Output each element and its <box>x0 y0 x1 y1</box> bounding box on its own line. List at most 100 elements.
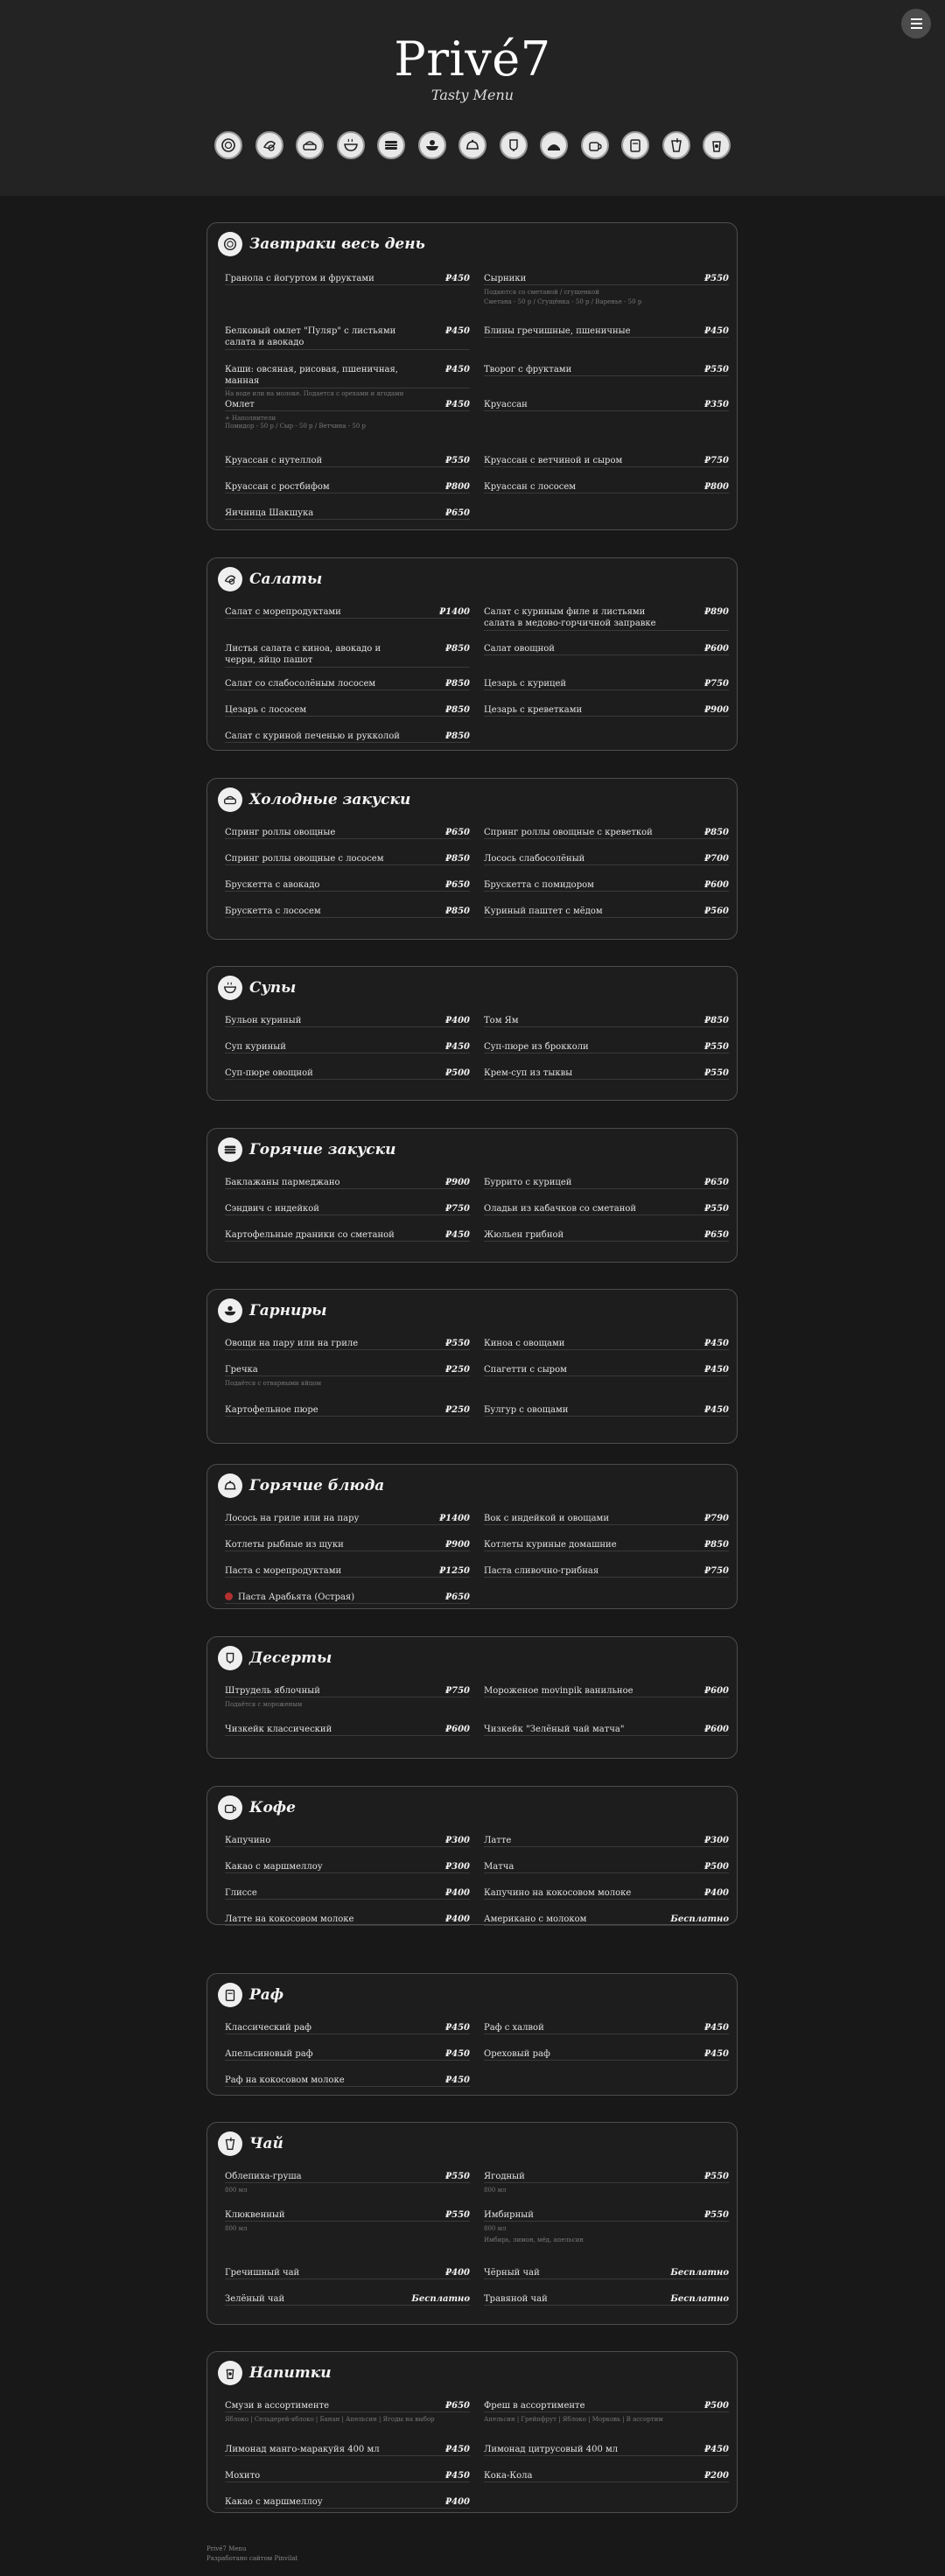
menu-item[interactable]: Какао с маршмеллоу ₽300 <box>225 1862 470 1873</box>
menu-item[interactable]: Листья салата с киноа, авокадо и черри, … <box>225 644 470 668</box>
menu-item[interactable]: Картофельное пюре ₽250 <box>225 1405 470 1417</box>
menu-item[interactable]: Круассан с ростбифом ₽800 <box>225 482 470 494</box>
menu-item[interactable]: Капучино на кокосовом молоке ₽400 <box>484 1888 729 1900</box>
menu-item[interactable]: Круассан с ветчиной и сыром ₽750 <box>484 456 729 467</box>
menu-item[interactable]: Паста Арабьята (Острая) ₽650 <box>225 1592 470 1604</box>
menu-item[interactable]: Спринг роллы овощные с лососем ₽850 <box>225 854 470 865</box>
menu-item[interactable]: Сэндвич с индейкой ₽750 <box>225 1204 470 1215</box>
menu-item[interactable]: Картофельные драники со сметаной ₽450 <box>225 1230 470 1242</box>
menu-item[interactable]: Салат с куриным филе и листьями салата в… <box>484 607 729 631</box>
menu-item[interactable]: Каши: овсяная, рисовая, пшеничная, манна… <box>225 365 470 399</box>
menu-item[interactable]: Брускетта с авокадо ₽650 <box>225 880 470 892</box>
cold-appetizers-icon[interactable] <box>296 131 324 159</box>
menu-item[interactable]: Салат овощной ₽600 <box>484 644 729 655</box>
menu-item[interactable]: Булгур с овощами ₽450 <box>484 1405 729 1417</box>
menu-item[interactable]: Салат со слабосолёным лососем ₽850 <box>225 679 470 690</box>
menu-item[interactable]: Лосось слабосолёный ₽700 <box>484 854 729 865</box>
menu-item[interactable]: Смузи в ассортименте ₽650 Яблоко | Сельдер… <box>225 2401 470 2425</box>
hot-appetizers-icon[interactable] <box>377 131 405 159</box>
menu-item[interactable]: Мохито ₽450 <box>225 2471 470 2482</box>
menu-item[interactable]: Зелёный чай Бесплатно <box>225 2294 470 2306</box>
soup-icon[interactable] <box>336 131 365 159</box>
menu-item[interactable]: Латте на кокосовом молоке ₽400 <box>225 1914 470 1926</box>
menu-item[interactable]: Брускетта с помидором ₽600 <box>484 880 729 892</box>
menu-item[interactable]: Какао с маршмеллоу ₽400 <box>225 2497 470 2509</box>
menu-item[interactable]: Гречишный чай ₽400 <box>225 2268 470 2279</box>
menu-item[interactable]: Кока-Кола ₽200 <box>484 2471 729 2482</box>
menu-item[interactable]: Вок с индейкой и овощами ₽790 <box>484 1514 729 1525</box>
menu-item[interactable]: Паста с морепродуктами ₽1250 <box>225 1566 470 1578</box>
menu-item[interactable]: Классический раф ₽450 <box>225 2023 470 2034</box>
menu-item[interactable]: Круассан ₽350 <box>484 400 729 411</box>
menu-item[interactable]: Жюльен грибной ₽650 <box>484 1230 729 1242</box>
menu-item[interactable]: Матча ₽500 <box>484 1862 729 1873</box>
menu-item[interactable]: Сырники ₽550 Подаются со сметаной / сгущен… <box>484 274 729 298</box>
menu-item[interactable]: Белковый омлет "Пуляр" с листьями салата… <box>225 326 470 350</box>
drinks-icon[interactable] <box>662 131 690 159</box>
menu-item[interactable]: Паста сливочно-грибная ₽750 <box>484 1566 729 1578</box>
menu-item[interactable]: Котлеты куриные домашние ₽850 <box>484 1540 729 1551</box>
menu-item[interactable]: Круассан с нутеллой ₽550 <box>225 456 470 467</box>
menu-item[interactable]: Котлеты рыбные из щуки ₽900 <box>225 1540 470 1551</box>
menu-item[interactable]: Суп-пюре овощной ₽500 <box>225 1068 470 1080</box>
menu-item[interactable]: Клюквенный ₽550 800 мл <box>225 2210 470 2234</box>
menu-item[interactable]: Буррито с курицей ₽650 <box>484 1178 729 1189</box>
menu-item[interactable]: Облепиха-груша ₽550 800 мл <box>225 2172 470 2195</box>
menu-item[interactable]: Спагетти с сыром ₽450 <box>484 1365 729 1376</box>
menu-item[interactable]: Чизкейк "Зелёный чай матча" ₽600 <box>484 1725 729 1736</box>
menu-item[interactable]: Суп-пюре из брокколи ₽550 <box>484 1042 729 1054</box>
extra-icon[interactable] <box>703 131 731 159</box>
menu-item[interactable]: Крем-суп из тыквы ₽550 <box>484 1068 729 1080</box>
salad-icon[interactable] <box>255 131 284 159</box>
menu-item[interactable]: Лосось на гриле или на пару ₽1400 <box>225 1514 470 1525</box>
menu-item[interactable]: Ягодный ₽550 800 мл <box>484 2172 729 2195</box>
menu-item[interactable]: Творог с фруктами ₽550 <box>484 365 729 376</box>
side-dishes-icon[interactable] <box>417 131 446 159</box>
menu-item[interactable]: Цезарь с креветками ₽900 <box>484 705 729 717</box>
menu-item[interactable]: Цезарь с лососем ₽850 <box>225 705 470 717</box>
raf-icon[interactable] <box>580 131 609 159</box>
menu-item[interactable]: Круассан с лососем ₽800 <box>484 482 729 494</box>
menu-item[interactable]: Глиссе ₽400 <box>225 1888 470 1900</box>
menu-item[interactable]: Овощи на пару или на гриле ₽550 <box>225 1339 470 1350</box>
menu-item[interactable]: Чёрный чай Бесплатно <box>484 2268 729 2279</box>
menu-item[interactable]: Раф с халвой ₽450 <box>484 2023 729 2034</box>
menu-item[interactable]: Травяной чай Бесплатно <box>484 2294 729 2306</box>
coffee-icon[interactable] <box>540 131 568 159</box>
main-courses-icon[interactable] <box>458 131 486 159</box>
menu-item[interactable]: Капучино ₽300 <box>225 1836 470 1847</box>
menu-item[interactable]: Бульон куриный ₽400 <box>225 1016 470 1027</box>
menu-item[interactable]: Ореховый раф ₽450 <box>484 2049 729 2061</box>
menu-item[interactable]: Том Ям ₽850 <box>484 1016 729 1027</box>
menu-item[interactable]: Американо с молоком Бесплатно <box>484 1914 729 1926</box>
menu-item[interactable]: Брускетта с лососем ₽850 <box>225 906 470 918</box>
menu-item[interactable]: Блины гречишные, пшеничные ₽450 <box>484 326 729 338</box>
menu-item[interactable]: Спринг роллы овощные с креветкой ₽850 <box>484 828 729 839</box>
menu-item[interactable]: Мороженое movinpik ванильное ₽600 <box>484 1686 729 1698</box>
menu-item[interactable]: Гранола с йогуртом и фруктами ₽450 <box>225 274 470 285</box>
menu-item[interactable]: Куриный паштет с мёдом ₽560 <box>484 906 729 918</box>
menu-item[interactable]: Апельсиновый раф ₽450 <box>225 2049 470 2061</box>
menu-item[interactable]: Латте ₽300 <box>484 1836 729 1847</box>
menu-item[interactable]: Салат с куриной печенью и рукколой ₽850 <box>225 732 470 743</box>
footer-credit-link[interactable]: Разработано сайтом Pinvilat <box>206 2554 298 2564</box>
menu-item[interactable]: Суп куриный ₽450 <box>225 1042 470 1054</box>
menu-item[interactable]: Салат с морепродуктами ₽1400 <box>225 607 470 619</box>
breakfast-icon[interactable] <box>214 131 242 159</box>
menu-item[interactable]: Штрудель яблочный ₽750 Подаётся с морожены… <box>225 1686 470 1710</box>
menu-item[interactable]: Имбирный ₽550 800 мл <box>484 2210 729 2234</box>
menu-item[interactable]: Цезарь с курицей ₽750 <box>484 679 729 690</box>
tea-icon[interactable] <box>621 131 649 159</box>
menu-item[interactable]: Яичница Шакшука ₽650 <box>225 508 470 520</box>
menu-item[interactable]: Фреш в ассортименте ₽500 Апельсин | Грейпф… <box>484 2401 729 2425</box>
desserts-icon[interactable] <box>499 131 528 159</box>
menu-item[interactable]: Лимонад манго-маракуйя 400 мл ₽450 <box>225 2445 470 2456</box>
menu-item[interactable]: Чизкейк классический ₽600 <box>225 1725 470 1736</box>
menu-item[interactable]: Спринг роллы овощные ₽650 <box>225 828 470 839</box>
menu-item[interactable]: Киноа с овощами ₽450 <box>484 1339 729 1350</box>
menu-item[interactable]: Оладьи из кабачков со сметаной ₽550 <box>484 1204 729 1215</box>
menu-item[interactable]: Гречка ₽250 Подаётся с отварными яйцом <box>225 1365 470 1389</box>
menu-item[interactable]: Баклажаны пармеджано ₽900 <box>225 1178 470 1189</box>
menu-item[interactable]: Лимонад цитрусовый 400 мл ₽450 <box>484 2445 729 2456</box>
menu-item[interactable]: Раф на кокосовом молоке ₽450 <box>225 2076 470 2087</box>
